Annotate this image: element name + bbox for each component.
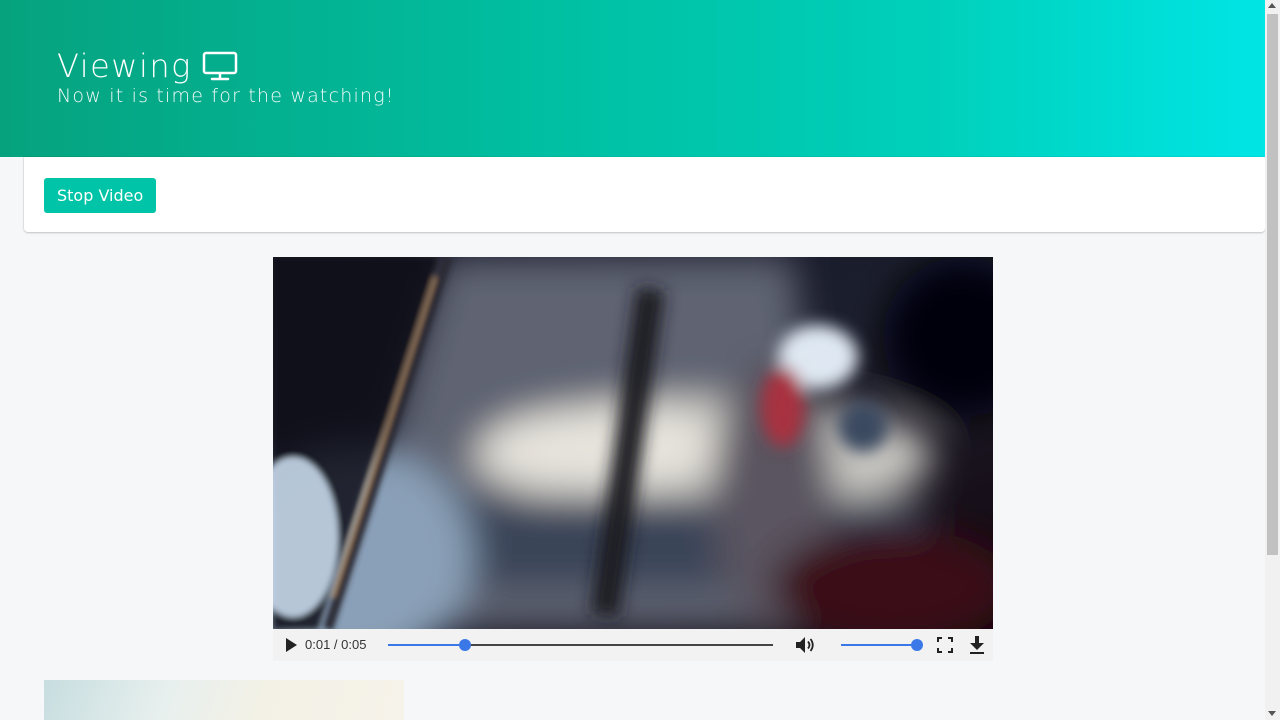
scrollbar-thumb[interactable] [1267,14,1278,555]
volume-thumb[interactable] [911,639,923,651]
download-icon[interactable] [967,635,987,655]
video-controls: 0:01 / 0:05 [273,629,993,661]
volume-level [841,644,917,646]
volume-slider[interactable] [841,639,923,651]
hero-banner: Viewing Now it is time for the watching! [0,0,1265,157]
video-player[interactable]: 0:01 / 0:05 [273,257,993,661]
page-title-text: Viewing [57,47,192,85]
fullscreen-icon[interactable] [935,635,955,655]
page-scrollbar[interactable] [1265,0,1280,720]
monitor-icon [202,51,238,81]
stop-video-button[interactable]: Stop Video [44,178,157,213]
video-frame[interactable] [273,257,993,629]
play-icon[interactable] [283,637,299,653]
scroll-up-icon[interactable] [1268,3,1276,8]
next-video-thumbnail[interactable] [44,680,404,720]
video-still [273,257,993,629]
scroll-down-icon[interactable] [1268,711,1276,716]
volume-icon[interactable] [796,635,816,655]
seek-slider[interactable] [388,639,773,651]
page-title: Viewing [57,44,238,88]
page-subtitle: Now it is time for the watching! [57,85,395,107]
page: Viewing Now it is time for the watching!… [0,0,1265,720]
seek-thumb[interactable] [459,639,471,651]
action-card: Stop Video [24,157,1265,232]
seek-progress [388,644,465,646]
time-display: 0:01 / 0:05 [305,637,367,652]
